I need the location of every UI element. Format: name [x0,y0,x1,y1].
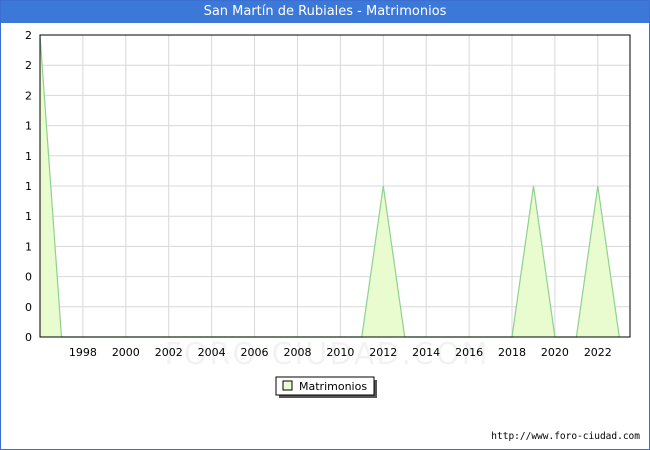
x-tick-label: 2018 [498,346,526,359]
legend-label: Matrimonios [299,380,367,393]
y-tick-label: 2 [25,29,32,42]
legend: Matrimonios [275,376,377,398]
y-axis-ticks: 0 0 0 1 1 1 1 1 2 2 2 [25,29,32,344]
x-tick-label: 2022 [584,346,612,359]
y-tick-label: 1 [25,120,32,133]
y-tick-label: 0 [25,301,32,314]
source-url: http://www.foro-ciudad.com [491,431,640,442]
y-tick-label: 1 [25,150,32,163]
y-tick-label: 2 [25,89,32,102]
y-tick-label: 1 [25,210,32,223]
x-tick-label: 2008 [283,346,311,359]
y-tick-label: 0 [25,331,32,344]
chart-canvas: FORO-CIUDAD.COM 00011111222 1998 2000 2002… [25,29,631,398]
y-tick-label: 0 [25,271,32,284]
y-tick-label: 2 [25,59,32,72]
x-tick-label: 2002 [155,346,183,359]
x-tick-label: 2012 [369,346,397,359]
x-tick-label: 2010 [326,346,354,359]
x-tick-label: 1998 [69,346,97,359]
x-tick-label: 2016 [455,346,483,359]
x-tick-label: 2014 [412,346,440,359]
y-tick-label: 1 [25,240,32,253]
legend-swatch [282,380,293,391]
y-tick-label: 1 [25,180,32,193]
x-axis-ticks: 1998 2000 2002 2004 2006 2008 2010 2012 2014 2016… [69,346,612,359]
x-tick-label: 2000 [112,346,140,359]
x-tick-label: 2020 [541,346,569,359]
x-tick-label: 2004 [198,346,226,359]
x-tick-label: 2006 [241,346,269,359]
